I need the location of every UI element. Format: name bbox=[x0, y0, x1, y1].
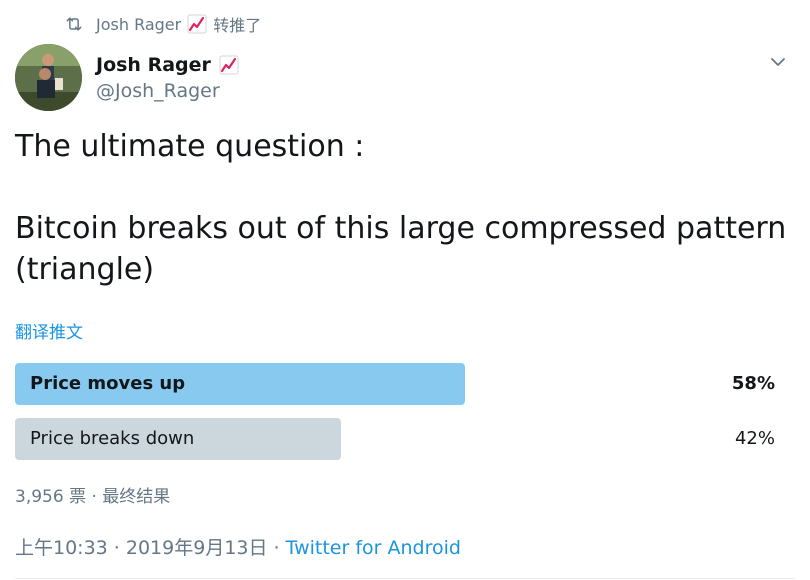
chart-increasing-emoji-icon bbox=[219, 55, 239, 75]
author-display-name[interactable]: Josh Rager bbox=[96, 54, 211, 76]
tweet-timestamp: 上午10:33 · 2019年9月13日 · Twitter for Andro… bbox=[15, 533, 461, 560]
chart-increasing-emoji-icon bbox=[187, 14, 207, 34]
chevron-down-icon[interactable] bbox=[768, 52, 788, 72]
retweet-action: 转推了 bbox=[213, 16, 262, 35]
avatar-image bbox=[15, 44, 82, 111]
retweeter-name[interactable]: Josh Rager bbox=[96, 15, 181, 34]
poll-option: Price moves up 58% bbox=[15, 363, 790, 405]
poll-option: Price breaks down 42% bbox=[15, 418, 790, 460]
poll-option-label: Price breaks down bbox=[30, 428, 195, 449]
poll-option-label: Price moves up bbox=[30, 373, 186, 394]
avatar[interactable] bbox=[15, 44, 82, 111]
tweet-time-date[interactable]: 上午10:33 · 2019年9月13日 · bbox=[15, 537, 286, 559]
tweet-text: The ultimate question : Bitcoin breaks o… bbox=[15, 129, 787, 287]
retweet-icon bbox=[66, 17, 82, 31]
poll-results-meta: 3,956 票 · 最终结果 bbox=[15, 487, 171, 507]
divider bbox=[15, 578, 795, 579]
poll-option-percent: 42% bbox=[734, 428, 775, 449]
translate-tweet-link[interactable]: 翻译推文 bbox=[15, 318, 83, 343]
tweet-source-link[interactable]: Twitter for Android bbox=[286, 537, 461, 559]
poll-option-percent: 58% bbox=[731, 373, 775, 394]
retweet-context: Josh Rager 转推了 bbox=[64, 13, 261, 35]
author-handle[interactable]: @Josh_Rager bbox=[96, 80, 239, 102]
author-block: Josh Rager @Josh_Rager bbox=[96, 52, 239, 102]
